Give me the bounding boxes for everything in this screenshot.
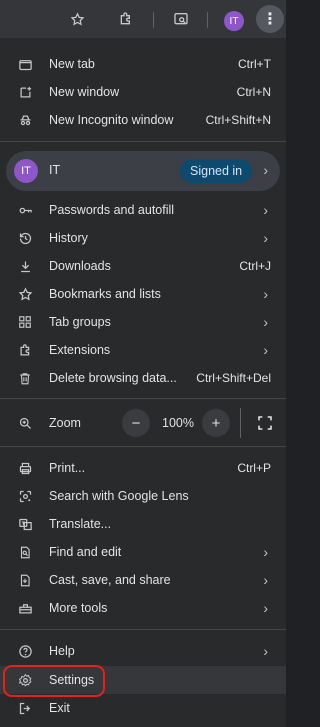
menu-item-label: New tab	[49, 57, 95, 71]
menu-item-extensions[interactable]: Extensions ›	[0, 336, 286, 364]
menu-item-print[interactable]: Print... Ctrl+P	[0, 454, 286, 482]
new-tab-icon	[16, 55, 34, 73]
menu-item-label: Exit	[49, 701, 70, 715]
help-icon	[16, 642, 34, 660]
zoom-divider	[240, 408, 241, 438]
shortcut-label: Ctrl+P	[237, 461, 271, 475]
menu-item-delete-browsing-data[interactable]: Delete browsing data... Ctrl+Shift+Del	[0, 364, 286, 392]
menu-item-label: New window	[49, 85, 120, 99]
chevron-right-icon: ›	[263, 572, 268, 588]
menu-item-find-and-edit[interactable]: Find and edit ›	[0, 538, 286, 566]
translate-icon	[16, 515, 34, 533]
menu-item-history[interactable]: History ›	[0, 224, 286, 252]
avatar: IT	[14, 159, 38, 183]
key-icon	[16, 201, 34, 219]
menu-divider	[0, 446, 286, 447]
kebab-menu-icon[interactable]: ⋮	[256, 5, 284, 33]
chevron-right-icon: ›	[263, 643, 268, 659]
menu-item-translate[interactable]: Translate...	[0, 510, 286, 538]
shortcut-label: Ctrl+Shift+N	[205, 113, 271, 127]
lens-icon	[16, 487, 34, 505]
zoom-icon	[16, 414, 34, 432]
chevron-right-icon: ›	[263, 162, 268, 178]
chevron-right-icon: ›	[263, 314, 268, 330]
menu-item-label: New Incognito window	[49, 113, 174, 127]
profile-row[interactable]: IT IT Signed in ›	[6, 151, 280, 191]
menu-item-downloads[interactable]: Downloads Ctrl+J	[0, 252, 286, 280]
shortcut-label: Ctrl+J	[239, 259, 271, 273]
menu-item-label: Print...	[49, 461, 86, 475]
profile-name: IT	[49, 163, 61, 177]
chevron-right-icon: ›	[263, 600, 268, 616]
cast-icon	[16, 571, 34, 589]
tab-search-icon[interactable]	[170, 8, 192, 30]
chevron-right-icon: ›	[263, 342, 268, 358]
star-icon[interactable]	[66, 8, 88, 30]
toolbox-icon	[16, 599, 34, 617]
zoom-out-button[interactable]: −	[122, 409, 150, 437]
extensions-icon	[16, 341, 34, 359]
toolbar-divider	[207, 12, 208, 28]
chevron-right-icon: ›	[263, 286, 268, 302]
menu-item-bookmarks[interactable]: Bookmarks and lists ›	[0, 280, 286, 308]
signed-in-badge: Signed in	[180, 159, 253, 183]
toolbar-divider	[153, 12, 154, 28]
menu-item-tab-groups[interactable]: Tab groups ›	[0, 308, 286, 336]
shortcut-label: Ctrl+N	[236, 85, 271, 99]
menu-item-exit[interactable]: Exit	[0, 694, 286, 722]
menu-item-label: Extensions	[49, 343, 111, 357]
menu-item-label: Delete browsing data...	[49, 371, 177, 385]
fullscreen-icon[interactable]	[257, 415, 273, 431]
zoom-row: Zoom − 100% +	[0, 408, 286, 438]
download-icon	[16, 257, 34, 275]
chevron-right-icon: ›	[263, 230, 268, 246]
menu-item-label: Cast, save, and share	[49, 573, 171, 587]
menu-item-label: Tab groups	[49, 315, 111, 329]
browser-toolbar: IT ⋮	[0, 0, 286, 38]
menu-item-new-window[interactable]: New window Ctrl+N	[0, 78, 286, 106]
menu-item-label: Downloads	[49, 259, 111, 273]
menu-item-more-tools[interactable]: More tools ›	[0, 594, 286, 622]
find-icon	[16, 543, 34, 561]
menu-divider	[0, 629, 286, 630]
menu-item-label: Help	[49, 644, 75, 658]
shortcut-label: Ctrl+T	[238, 57, 271, 71]
menu-divider	[0, 398, 286, 399]
incognito-icon	[16, 111, 34, 129]
profile-avatar[interactable]: IT	[224, 11, 244, 31]
settings-highlight-annotation	[3, 665, 105, 697]
menu-item-label: More tools	[49, 601, 108, 615]
print-icon	[16, 459, 34, 477]
extensions-icon[interactable]	[115, 8, 137, 30]
menu-item-label: Find and edit	[49, 545, 122, 559]
tab-groups-icon	[16, 313, 34, 331]
trash-icon	[16, 369, 34, 387]
menu-item-label: Passwords and autofill	[49, 203, 175, 217]
menu-item-passwords[interactable]: Passwords and autofill ›	[0, 196, 286, 224]
chevron-right-icon: ›	[263, 544, 268, 560]
star-icon	[16, 285, 34, 303]
menu-item-help[interactable]: Help ›	[0, 637, 286, 665]
menu-item-google-lens[interactable]: Search with Google Lens	[0, 482, 286, 510]
exit-icon	[16, 699, 34, 717]
menu-item-label: Bookmarks and lists	[49, 287, 161, 301]
menu-item-cast-save-share[interactable]: Cast, save, and share ›	[0, 566, 286, 594]
chevron-right-icon: ›	[263, 202, 268, 218]
zoom-in-button[interactable]: +	[202, 409, 230, 437]
menu-item-new-tab[interactable]: New tab Ctrl+T	[0, 50, 286, 78]
menu-item-label: Translate...	[49, 517, 112, 531]
zoom-level: 100%	[162, 416, 194, 430]
shortcut-label: Ctrl+Shift+Del	[196, 371, 271, 385]
menu-item-new-incognito-window[interactable]: New Incognito window Ctrl+Shift+N	[0, 106, 286, 134]
new-window-icon	[16, 83, 34, 101]
menu-item-label: Search with Google Lens	[49, 489, 189, 503]
zoom-label: Zoom	[49, 416, 81, 430]
menu-item-label: History	[49, 231, 88, 245]
history-icon	[16, 229, 34, 247]
menu-divider	[0, 141, 286, 142]
